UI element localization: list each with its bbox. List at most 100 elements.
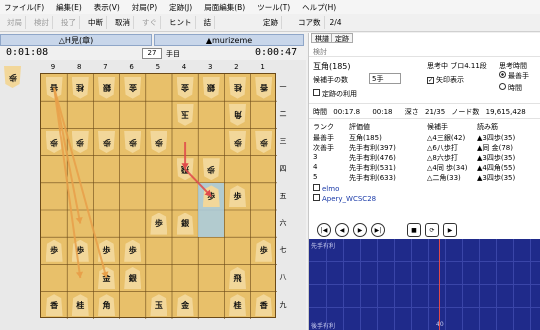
gote-piece-42[interactable]: 玉 (176, 103, 194, 126)
evaluation-graph[interactable]: 先手有利 後手有利 40 (309, 239, 540, 330)
sente-piece-68[interactable]: 銀 (124, 267, 142, 289)
piece-label: 歩 (154, 137, 163, 148)
toolbar-resign-button[interactable]: 投了 (58, 16, 80, 29)
toolbar-move-now-button[interactable]: すぐ (139, 16, 161, 29)
gote-piece-61[interactable]: 金 (124, 76, 142, 99)
sente-piece-89[interactable]: 桂 (71, 294, 89, 317)
menu-edit[interactable]: 編集(E) (56, 2, 82, 13)
table-cell: ▲同 金(78) (477, 144, 513, 152)
piece-label: 飛 (233, 272, 242, 283)
table-header: 候補手 (427, 123, 448, 131)
menu-tools[interactable]: ツール(T) (257, 2, 290, 13)
toolbar-analyze-button[interactable]: 検討 (31, 16, 53, 29)
flip-board-button[interactable]: ⟳ (425, 223, 439, 237)
menu-game[interactable]: 対局(P) (132, 2, 157, 13)
file-label-4: 4 (181, 63, 187, 71)
next-move-button[interactable]: ▶ (353, 223, 367, 237)
piece-label: 角 (102, 299, 111, 310)
gote-piece-71[interactable]: 銀 (98, 76, 115, 99)
piece-label: 歩 (128, 245, 137, 256)
piece-label: 銀 (128, 272, 137, 283)
gote-piece-31[interactable]: 銀 (202, 76, 220, 99)
gote-piece-93[interactable]: 歩 (45, 131, 63, 153)
toolbar-undo-button[interactable]: 取消 (112, 16, 134, 29)
table-cell[interactable]: 3 (313, 153, 317, 161)
tab-joseki[interactable]: 定跡 (331, 33, 353, 43)
sente-piece-29[interactable]: 桂 (229, 294, 246, 317)
gote-piece-23[interactable]: 歩 (229, 131, 246, 153)
sente-piece-67[interactable]: 歩 (124, 239, 142, 262)
sente-piece-99[interactable]: 香 (45, 294, 63, 317)
gote-piece-44[interactable]: 飛 (176, 158, 194, 181)
candidate-count-select[interactable]: 5手 (369, 73, 401, 84)
opt-time-radio[interactable]: 時間 (499, 83, 522, 93)
show-arrows-checkbox[interactable]: ✓ 矢印表示 (427, 75, 464, 85)
table-cell[interactable]: 最善手 (313, 133, 334, 143)
prev-move-button[interactable]: ◀ (335, 223, 349, 237)
sente-piece-59[interactable]: 玉 (150, 294, 168, 317)
file-label-5: 5 (155, 63, 161, 71)
menu-help[interactable]: ヘルプ(H) (302, 2, 336, 13)
play-button[interactable]: ▶ (443, 223, 457, 237)
sente-piece-87[interactable]: 歩 (71, 239, 89, 262)
gote-piece-22[interactable]: 角 (229, 103, 246, 126)
piece-label: 桂 (233, 83, 242, 94)
engine-item[interactable]: Apery_WCSC28 (313, 194, 376, 203)
move-number[interactable]: 27 (142, 48, 162, 59)
last-move-button[interactable]: ▶| (371, 223, 385, 237)
toolbar-play-button[interactable]: 対局 (4, 16, 26, 29)
gote-piece-53[interactable]: 歩 (150, 131, 168, 153)
sente-piece-79[interactable]: 角 (98, 294, 115, 317)
shogi-board[interactable]: 香桂銀金金銀桂香玉角歩歩歩歩歩歩歩歩飛歩歩銀歩歩歩歩歩歩金銀飛香桂角玉金桂香 (40, 73, 277, 319)
gote-hand-piece[interactable]: 歩 (4, 66, 24, 90)
toolbar-mate-button[interactable]: 詰 (201, 16, 215, 29)
table-cell[interactable]: 次善手 (313, 143, 334, 153)
sente-piece-78[interactable]: 金 (98, 267, 115, 289)
sente-piece-56[interactable]: 歩 (150, 212, 168, 235)
menu-view[interactable]: 表示(V) (94, 2, 120, 13)
sente-piece-35[interactable]: 歩 (202, 185, 220, 208)
sente-piece-19[interactable]: 香 (255, 294, 273, 317)
engine-item[interactable]: elmo (313, 184, 339, 193)
menu-joseki[interactable]: 定跡(J) (169, 2, 192, 13)
stop-button[interactable]: ■ (407, 223, 421, 237)
graph-gridline (309, 307, 540, 308)
tab-kifu[interactable]: 棋譜 (311, 33, 333, 43)
gote-hand-pawn[interactable]: 歩 (4, 66, 21, 88)
table-cell: ▲3四歩(35) (477, 174, 516, 182)
gote-piece-13[interactable]: 歩 (255, 131, 273, 153)
gote-piece-63[interactable]: 歩 (124, 131, 142, 153)
gote-hand-pawn-label: 歩 (8, 72, 17, 83)
table-cell: 先手有利(397) (349, 144, 396, 152)
gote-piece-21[interactable]: 桂 (229, 76, 246, 99)
piece-label: 桂 (76, 299, 85, 310)
menu-position-edit[interactable]: 局面編集(B) (204, 2, 245, 13)
gote-piece-81[interactable]: 桂 (71, 76, 89, 99)
gote-piece-91[interactable]: 香 (45, 76, 63, 99)
candidate-count-label: 候補手の数 (313, 76, 348, 84)
opt-best-radio[interactable]: 最善手 (499, 71, 529, 81)
table-cell[interactable]: 5 (313, 173, 317, 181)
toolbar-core-count[interactable]: 2/4 (330, 18, 342, 27)
gote-piece-83[interactable]: 歩 (71, 131, 89, 153)
gote-piece-11[interactable]: 香 (255, 76, 273, 99)
menu-bar: ファイル(F) 編集(E) 表示(V) 対局(P) 定跡(J) 局面編集(B) … (0, 0, 540, 14)
first-move-button[interactable]: |◀ (317, 223, 331, 237)
sente-piece-17[interactable]: 歩 (255, 239, 273, 262)
sente-piece-25[interactable]: 歩 (229, 185, 246, 208)
sente-piece-46[interactable]: 銀 (176, 212, 194, 235)
gote-piece-73[interactable]: 歩 (98, 131, 115, 153)
gote-piece-34[interactable]: 歩 (202, 158, 220, 181)
menu-file[interactable]: ファイル(F) (4, 2, 44, 13)
toolbar-book-button[interactable]: 定跡 (260, 16, 282, 29)
stats-nodes: 19,615,428 (485, 108, 526, 116)
toolbar-hint-button[interactable]: ヒント (166, 16, 196, 29)
sente-piece-77[interactable]: 歩 (98, 239, 115, 262)
sente-piece-28[interactable]: 飛 (229, 267, 246, 289)
gote-piece-41[interactable]: 金 (176, 76, 194, 99)
use-book-checkbox[interactable]: 定跡の利用 (313, 89, 357, 99)
sente-piece-97[interactable]: 歩 (45, 239, 63, 262)
table-cell[interactable]: 4 (313, 163, 317, 171)
toolbar-pause-button[interactable]: 中断 (85, 16, 107, 29)
sente-piece-49[interactable]: 金 (176, 294, 194, 317)
